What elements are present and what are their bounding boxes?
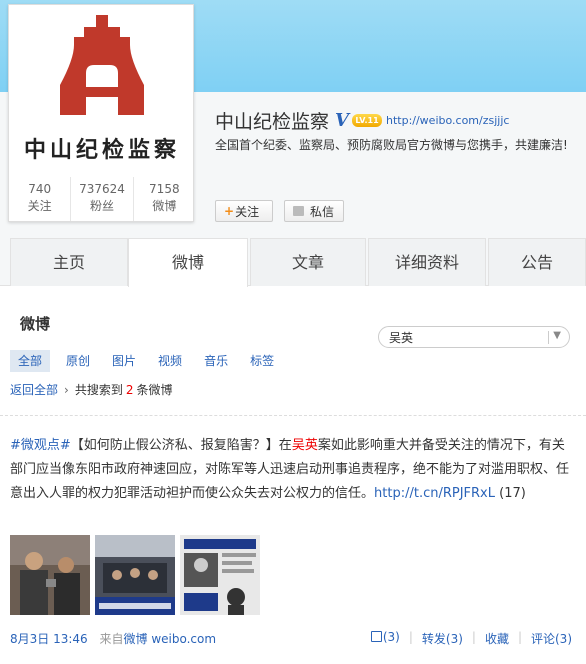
action-separator: | <box>408 630 413 644</box>
avatar[interactable]: 中山纪检监察 <box>14 10 190 172</box>
stat-following-count: 740 <box>28 182 52 196</box>
plus-icon: + <box>224 204 235 218</box>
profile-stats: 740 关注 737624 粉丝 7158 微博 <box>9 177 195 221</box>
chevron-down-icon[interactable]: ▼ <box>553 330 561 341</box>
profile-name-row: 中山纪检监察 V LV.11 http://weibo.com/zsjjjc <box>215 108 509 133</box>
follow-button[interactable]: + 关注 <box>215 200 273 222</box>
avatar-card: 中山纪检监察 740 关注 737624 粉丝 7158 微博 <box>8 4 194 222</box>
filter-videos[interactable]: 视频 <box>158 350 182 372</box>
profile-bio: 全国首个纪委、监察局、预防腐败局官方微博与您携手，共建廉洁! <box>215 138 568 152</box>
verified-icon[interactable]: V <box>335 110 349 131</box>
stat-followers[interactable]: 737624 粉丝 <box>71 177 134 221</box>
filter-music[interactable]: 音乐 <box>204 350 228 372</box>
result-count: 2 <box>125 382 134 397</box>
photo-icon <box>95 535 175 615</box>
photo-icon <box>180 535 260 615</box>
stat-posts-label: 微博 <box>152 199 177 213</box>
post-image-1[interactable] <box>10 535 90 615</box>
post-text: #微观点#【如何防止假公济私、报复陷害？】在吴英案如此影响重大并备受关注的情况下… <box>10 434 570 506</box>
message-button[interactable]: 私信 <box>284 200 344 222</box>
result-prefix: 共搜索到 <box>74 383 123 397</box>
stat-posts-count: 7158 <box>149 182 180 196</box>
stat-followers-label: 粉丝 <box>89 199 114 213</box>
divider <box>0 415 586 416</box>
section-title: 微博 <box>20 315 51 333</box>
post-hashtag-link[interactable]: #微观点# <box>10 438 71 453</box>
post-short-link[interactable]: http://t.cn/RPJFRxL <box>374 486 495 501</box>
like-button[interactable]: (3) <box>370 630 400 647</box>
post-image-3[interactable] <box>180 535 260 615</box>
stat-following-label: 关注 <box>27 199 52 213</box>
search-input[interactable] <box>389 330 529 344</box>
post-actions: (3) | 转发(3) | 收藏 | 评论(3) <box>370 630 572 647</box>
post-source: 来自微博 weibo.com <box>100 632 217 646</box>
tab-weibo[interactable]: 微博 <box>128 238 248 287</box>
post-time-link[interactable]: 8月3日 13:46 <box>10 632 88 646</box>
like-count: (3) <box>382 630 400 644</box>
profile-url-link[interactable]: http://weibo.com/zsjjjc <box>386 114 509 127</box>
profile-tabs: 主页 微博 文章 详细资料 公告 <box>0 238 586 287</box>
action-separator: | <box>517 630 522 644</box>
filter-original[interactable]: 原创 <box>66 350 90 372</box>
stat-followers-count: 737624 <box>79 182 125 196</box>
chevron-right-icon: › <box>64 382 69 397</box>
tab-announcements[interactable]: 公告 <box>488 238 586 286</box>
action-separator: | <box>471 630 476 644</box>
result-suffix: 条微博 <box>136 383 173 397</box>
level-badge-icon[interactable]: LV.11 <box>351 113 382 127</box>
stat-following[interactable]: 740 关注 <box>9 177 72 221</box>
post-keyword-highlight[interactable]: 吴英 <box>292 438 318 453</box>
tab-articles[interactable]: 文章 <box>250 238 366 286</box>
filter-tags[interactable]: 标签 <box>250 350 274 372</box>
back-to-all-link[interactable]: 返回全部 <box>10 381 58 398</box>
post-source-prefix: 来自 <box>99 632 124 646</box>
photo-icon <box>10 535 90 615</box>
post-meta: 8月3日 13:46 来自微博 weibo.com (3) | 转发(3) | … <box>10 630 572 647</box>
post-source-link[interactable]: 微博 weibo.com <box>124 632 217 646</box>
logo-icon <box>60 15 144 115</box>
favorite-button[interactable]: 收藏 <box>485 630 509 647</box>
comment-button[interactable]: 评论(3) <box>531 630 572 647</box>
post-text-part-1: 【如何防止假公济私、报复陷害？】在 <box>70 438 292 453</box>
search-result-summary: 返回全部 › 共搜索到 2 条微博 <box>10 381 173 398</box>
message-button-label: 私信 <box>310 204 335 219</box>
post-link-count: (17) <box>499 486 526 501</box>
tab-home[interactable]: 主页 <box>10 238 128 286</box>
search-box[interactable]: ▼ <box>378 326 570 348</box>
filter-bar: 全部 原创 图片 视频 音乐 标签 <box>10 350 296 372</box>
follow-button-label: 关注 <box>235 204 260 219</box>
thumbs-up-icon <box>370 631 382 642</box>
post-image-2[interactable] <box>95 535 175 615</box>
filter-all[interactable]: 全部 <box>10 350 51 372</box>
profile-name: 中山纪检监察 <box>215 110 330 133</box>
filter-images[interactable]: 图片 <box>112 350 136 372</box>
post-images <box>10 535 265 615</box>
search-divider <box>548 331 549 344</box>
stat-posts[interactable]: 7158 微博 <box>134 177 195 221</box>
tab-details[interactable]: 详细资料 <box>368 238 486 286</box>
repost-button[interactable]: 转发(3) <box>422 630 463 647</box>
avatar-logo-text: 中山纪检监察 <box>23 137 180 163</box>
message-icon <box>293 206 304 216</box>
